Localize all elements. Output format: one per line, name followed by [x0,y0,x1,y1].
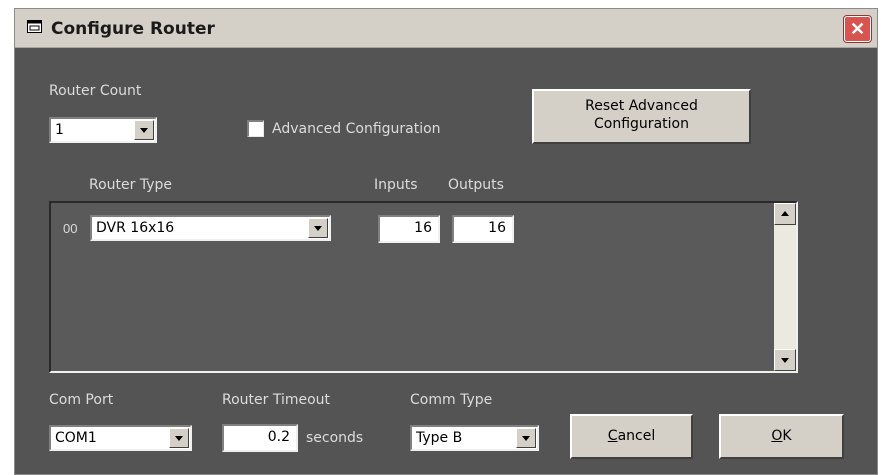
router-type-select[interactable]: DVR 16x16 [90,215,331,241]
close-button[interactable]: ✕ [844,16,871,42]
vertical-scrollbar[interactable] [774,203,796,371]
inputs-header: Inputs [374,177,418,193]
window-title: Configure Router [51,19,215,39]
scroll-down-arrow-icon[interactable] [774,349,796,371]
router-timeout-unit: seconds [306,430,364,446]
com-port-select[interactable]: COM1 [49,425,192,451]
title-bar[interactable]: Configure Router ✕ [15,9,877,48]
outputs-field[interactable]: 16 [452,215,514,243]
configure-router-dialog: Configure Router ✕ Router Count 1 Advanc… [14,8,878,475]
close-icon: ✕ [849,19,866,39]
chevron-down-icon[interactable] [308,218,328,238]
chevron-down-icon[interactable] [169,428,189,448]
chevron-down-icon[interactable] [516,428,536,448]
router-timeout-field[interactable]: 0.2 [222,424,298,452]
ok-label: K [782,428,792,444]
cancel-label: ancel [617,428,656,444]
router-type-value: DVR 16x16 [96,220,175,236]
reset-button-line1: Reset Advanced [585,98,698,114]
router-count-select[interactable]: 1 [49,117,157,143]
com-port-value: COM1 [55,430,97,446]
outputs-header: Outputs [448,177,504,193]
reset-button-line2: Configuration [594,116,689,132]
ok-button[interactable]: OK [719,414,844,459]
router-type-header: Router Type [89,177,173,193]
router-count-value: 1 [55,122,64,138]
chevron-down-icon[interactable] [134,120,154,140]
com-port-label: Com Port [49,392,114,408]
router-count-label: Router Count [49,83,142,99]
scroll-up-arrow-icon[interactable] [774,203,796,225]
router-timeout-label: Router Timeout [222,392,331,408]
ok-mnemonic: O [771,428,783,444]
row-index: 00 [63,221,78,236]
advanced-configuration-checkbox[interactable] [247,120,264,137]
window-icon [27,20,42,33]
advanced-configuration-label: Advanced Configuration [272,121,441,137]
comm-type-label: Comm Type [410,392,493,408]
router-list-panel: 00 DVR 16x16 16 16 [49,201,798,373]
cancel-button[interactable]: Cancel [570,414,693,459]
comm-type-select[interactable]: Type B [410,425,539,451]
comm-type-value: Type B [416,430,463,446]
cancel-mnemonic: C [607,428,618,444]
inputs-field[interactable]: 16 [378,215,440,243]
reset-advanced-configuration-button[interactable]: Reset Advanced Configuration [532,89,751,144]
